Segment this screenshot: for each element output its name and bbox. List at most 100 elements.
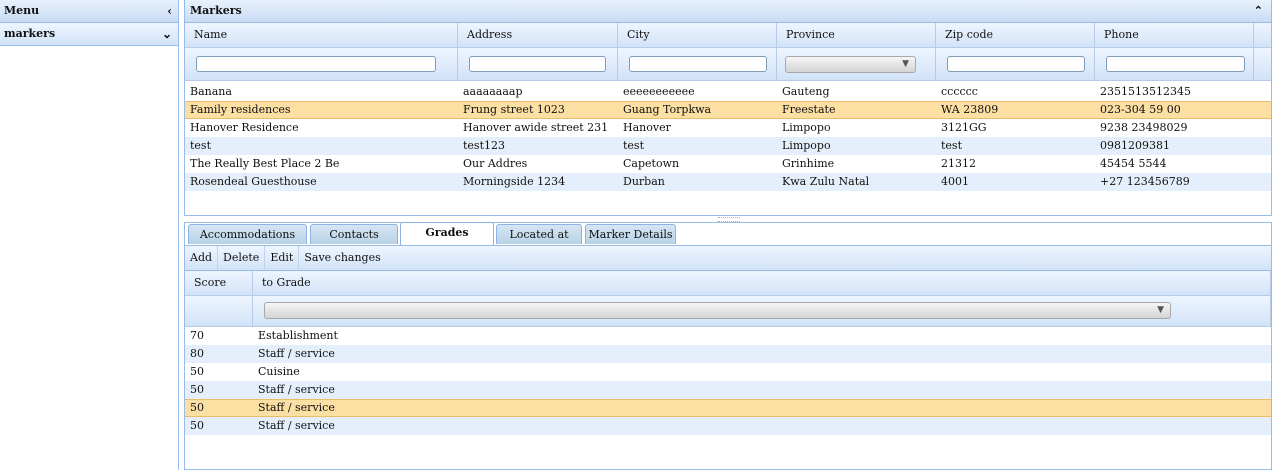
table-cell: eeeeeeeeeee xyxy=(623,85,695,98)
table-cell: aaaaaaaap xyxy=(463,85,523,98)
table-row[interactable]: test test123 test Limpopo test 0981209381 xyxy=(185,137,1271,155)
table-cell: Hanover xyxy=(623,121,671,134)
name-filter-input[interactable] xyxy=(196,56,436,72)
add-button[interactable]: Add xyxy=(185,246,219,270)
column-header-score[interactable]: Score xyxy=(185,271,253,295)
table-cell: 4001 xyxy=(941,175,969,188)
table-cell: 2351513512345 xyxy=(1100,85,1191,98)
markers-filter-row: ▼ xyxy=(185,48,1271,81)
table-row[interactable]: 70 Establishment xyxy=(185,327,1271,345)
markers-panel: Markers ⌃ Name Address City Province Zip… xyxy=(184,0,1272,216)
save-changes-button[interactable]: Save changes xyxy=(299,246,385,270)
table-row[interactable]: Hanover Residence Hanover awide street 23… xyxy=(185,119,1271,137)
tab-contacts[interactable]: Contacts xyxy=(310,224,398,244)
markers-rows: Banana aaaaaaaap eeeeeeeeeee Gauteng cccccc 2… xyxy=(185,83,1271,191)
table-cell: Hanover Residence xyxy=(190,121,299,134)
table-cell: Our Addres xyxy=(463,157,528,170)
tab-marker-details[interactable]: Marker Details xyxy=(585,224,676,244)
table-cell: The Really Best Place 2 Be xyxy=(190,157,340,170)
panel-title: Markers xyxy=(190,4,242,17)
table-row[interactable]: Rosendeal Guesthouse Morningside 1234 Durb… xyxy=(185,173,1271,191)
table-row[interactable]: 50 Staff / service xyxy=(185,399,1271,417)
chevron-left-icon[interactable]: ‹ xyxy=(167,0,172,22)
dropdown-arrow-icon: ▼ xyxy=(1157,305,1164,315)
table-row[interactable]: 50 Staff / service xyxy=(185,417,1271,435)
menu-title: Menu xyxy=(4,4,40,17)
table-cell: 0981209381 xyxy=(1100,139,1170,152)
menu-section-markers[interactable]: markers ⌄ xyxy=(0,23,178,46)
table-cell: Durban xyxy=(623,175,665,188)
menu-section-label: markers xyxy=(4,27,56,40)
table-row[interactable]: The Really Best Place 2 Be Our Addres Cape… xyxy=(185,155,1271,173)
table-row[interactable]: 80 Staff / service xyxy=(185,345,1271,363)
table-cell: Rosendeal Guesthouse xyxy=(190,175,317,188)
table-cell: 21312 xyxy=(941,157,976,170)
table-cell: 50 xyxy=(190,365,204,378)
table-cell: test xyxy=(190,139,211,152)
markers-column-headers: Name Address City Province Zip code Phon… xyxy=(185,23,1271,48)
grade-filter-select[interactable]: ▼ xyxy=(264,302,1171,319)
phone-filter-input[interactable] xyxy=(1106,56,1245,72)
table-cell: Frung street 1023 xyxy=(463,103,565,116)
menu-header[interactable]: Menu ‹ xyxy=(0,0,178,23)
edit-button[interactable]: Edit xyxy=(265,246,300,270)
grades-filter-row: ▼ xyxy=(185,296,1271,327)
table-cell: Staff / service xyxy=(258,383,335,396)
delete-button[interactable]: Delete xyxy=(218,246,266,270)
table-cell: Capetown xyxy=(623,157,680,170)
grades-column-headers: Score to Grade xyxy=(185,271,1271,296)
table-cell: 50 xyxy=(190,401,204,414)
vertical-splitter[interactable] xyxy=(179,0,183,470)
tab-accommodations[interactable]: Accommodations xyxy=(188,224,307,244)
table-cell: Banana xyxy=(190,85,232,98)
table-cell: Establishment xyxy=(258,329,338,342)
column-header-phone[interactable]: Phone xyxy=(1095,23,1254,47)
table-cell: Staff / service xyxy=(258,347,335,360)
province-filter-select[interactable]: ▼ xyxy=(785,56,916,73)
table-row[interactable]: Family residences Frung street 1023 Guang … xyxy=(185,101,1271,119)
markers-panel-header: Markers ⌃ xyxy=(185,0,1271,23)
column-header-name[interactable]: Name xyxy=(185,23,458,47)
table-cell: Cuisine xyxy=(258,365,300,378)
table-cell: Hanover awide street 231 xyxy=(463,121,609,134)
detail-panel: Accommodations Contacts Grades Located a… xyxy=(184,222,1272,470)
table-cell: test123 xyxy=(463,139,505,152)
table-row[interactable]: Banana aaaaaaaap eeeeeeeeeee Gauteng cccccc 2… xyxy=(185,83,1271,101)
table-cell: Staff / service xyxy=(258,419,335,432)
chevron-down-icon[interactable]: ⌄ xyxy=(162,23,172,45)
table-cell: Grinhime xyxy=(782,157,835,170)
menu-panel: Menu ‹ markers ⌄ xyxy=(0,0,179,470)
column-header-city[interactable]: City xyxy=(618,23,777,47)
table-cell: Gauteng xyxy=(782,85,830,98)
table-cell: Limpopo xyxy=(782,139,831,152)
table-cell: test xyxy=(941,139,962,152)
grades-rows: 70 Establishment 80 Staff / service 50 Cuisin… xyxy=(185,327,1271,435)
column-header-to-grade[interactable]: to Grade xyxy=(253,271,1271,295)
column-header-address[interactable]: Address xyxy=(458,23,618,47)
column-header-province[interactable]: Province xyxy=(777,23,936,47)
tab-bar: Accommodations Contacts Grades Located a… xyxy=(185,222,1271,246)
column-header-zip[interactable]: Zip code xyxy=(936,23,1095,47)
table-cell: 45454 5544 xyxy=(1100,157,1167,170)
dropdown-arrow-icon: ▼ xyxy=(902,59,909,69)
table-cell: 80 xyxy=(190,347,204,360)
city-filter-input[interactable] xyxy=(629,56,767,72)
table-cell: test xyxy=(623,139,644,152)
tab-grades[interactable]: Grades xyxy=(400,222,494,245)
table-cell: 70 xyxy=(190,329,204,342)
collapse-up-icon[interactable]: ⌃ xyxy=(1254,0,1263,22)
table-cell: 3121GG xyxy=(941,121,987,134)
table-cell: Freestate xyxy=(782,103,836,116)
main-area: Markers ⌃ Name Address City Province Zip… xyxy=(184,0,1273,470)
table-cell: Staff / service xyxy=(258,401,335,414)
table-cell: WA 23809 xyxy=(941,103,999,116)
table-row[interactable]: 50 Staff / service xyxy=(185,381,1271,399)
table-cell: Guang Torpkwa xyxy=(623,103,712,116)
address-filter-input[interactable] xyxy=(469,56,606,72)
table-row[interactable]: 50 Cuisine xyxy=(185,363,1271,381)
table-cell: cccccc xyxy=(941,85,978,98)
grades-toolbar: Add Delete Edit Save changes xyxy=(185,246,1271,271)
table-cell: Morningside 1234 xyxy=(463,175,566,188)
zip-filter-input[interactable] xyxy=(947,56,1085,72)
tab-located-at[interactable]: Located at xyxy=(496,224,582,244)
